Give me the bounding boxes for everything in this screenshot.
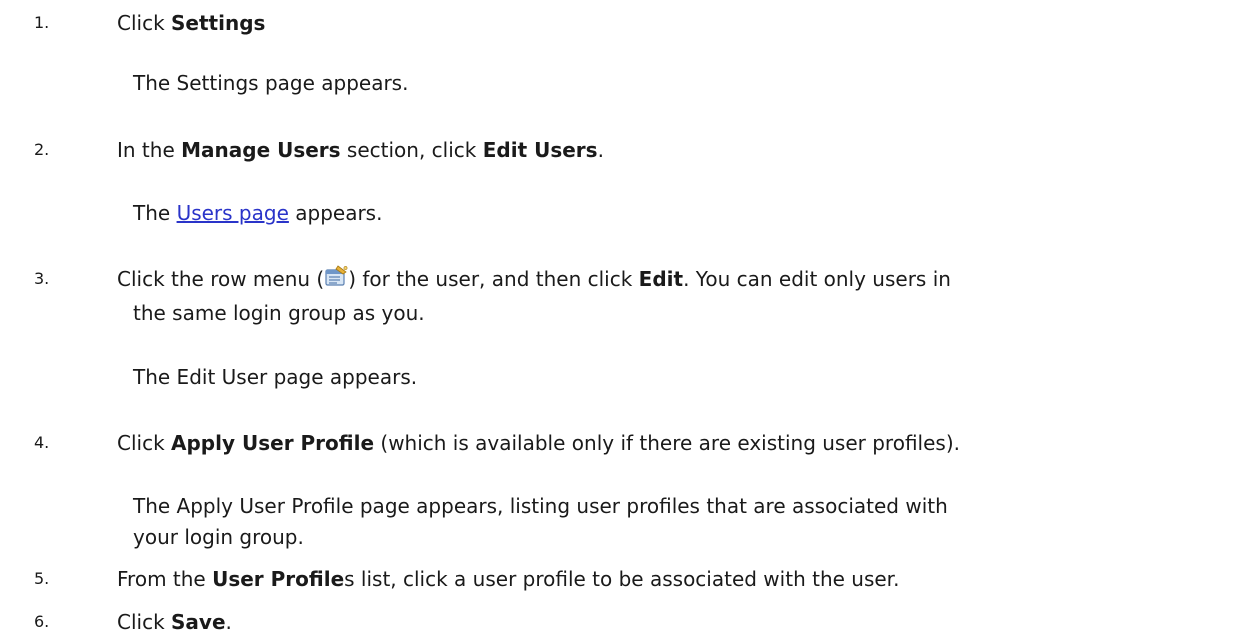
instruction-text: s list, click a user profile to be assoc… [344, 567, 900, 591]
save-label: Save [171, 610, 226, 634]
settings-label: Settings [171, 11, 266, 35]
edit-users-label: Edit Users [482, 138, 598, 162]
step-instruction: In the Manage Users section, click Edit … [117, 133, 604, 167]
instruction-text: From the [117, 567, 213, 591]
apply-user-profile-label: Apply User Profile [171, 431, 375, 455]
step-instruction: From the User Profiles list, click a use… [117, 562, 899, 596]
step-number: 4. [34, 433, 50, 452]
instruction-text: ) for the user, and then click [348, 267, 639, 291]
step-4-result-line-1: The Apply User Profile page appears, lis… [133, 494, 948, 518]
instruction-text: . [225, 610, 232, 634]
users-page-link[interactable]: Users page [177, 201, 289, 225]
step-2-result: The Users page appears. [133, 200, 382, 227]
step-number: 2. [34, 140, 50, 159]
user-profiles-label: User Profile [212, 567, 345, 591]
result-text: The [133, 201, 177, 225]
instruction-text: In the [117, 138, 182, 162]
instruction-text: . You can edit only users in [683, 267, 951, 291]
instruction-text: Click [117, 610, 172, 634]
step-number: 5. [34, 569, 50, 588]
step-instruction: Click Save. [117, 605, 232, 639]
step-number: 1. [34, 13, 50, 32]
step-instruction: Click Settings [117, 6, 265, 40]
instruction-text: Click the row menu ( [117, 267, 325, 291]
instruction-text: Click [117, 11, 172, 35]
step-3-result: The Edit User page appears. [133, 365, 418, 389]
step-number: 3. [34, 269, 50, 288]
step-instruction: Click the row menu ( ) for the user, and… [117, 262, 951, 296]
edit-label: Edit [638, 267, 684, 291]
instruction-text: section, click [340, 138, 483, 162]
instruction-text: Click [117, 431, 172, 455]
result-text: appears. [288, 201, 383, 225]
step-number: 6. [34, 612, 50, 631]
instruction-text: (which is available only if there are ex… [374, 431, 960, 455]
instruction-text: . [597, 138, 604, 162]
step-instruction: Click Apply User Profile (which is avail… [117, 426, 960, 460]
step-1-result: The Settings page appears. [133, 71, 409, 95]
manage-users-label: Manage Users [181, 138, 341, 162]
step-3-continuation: the same login group as you. [133, 301, 425, 325]
step-4-result-line-2: your login group. [133, 525, 304, 549]
row-menu-icon [324, 265, 348, 289]
